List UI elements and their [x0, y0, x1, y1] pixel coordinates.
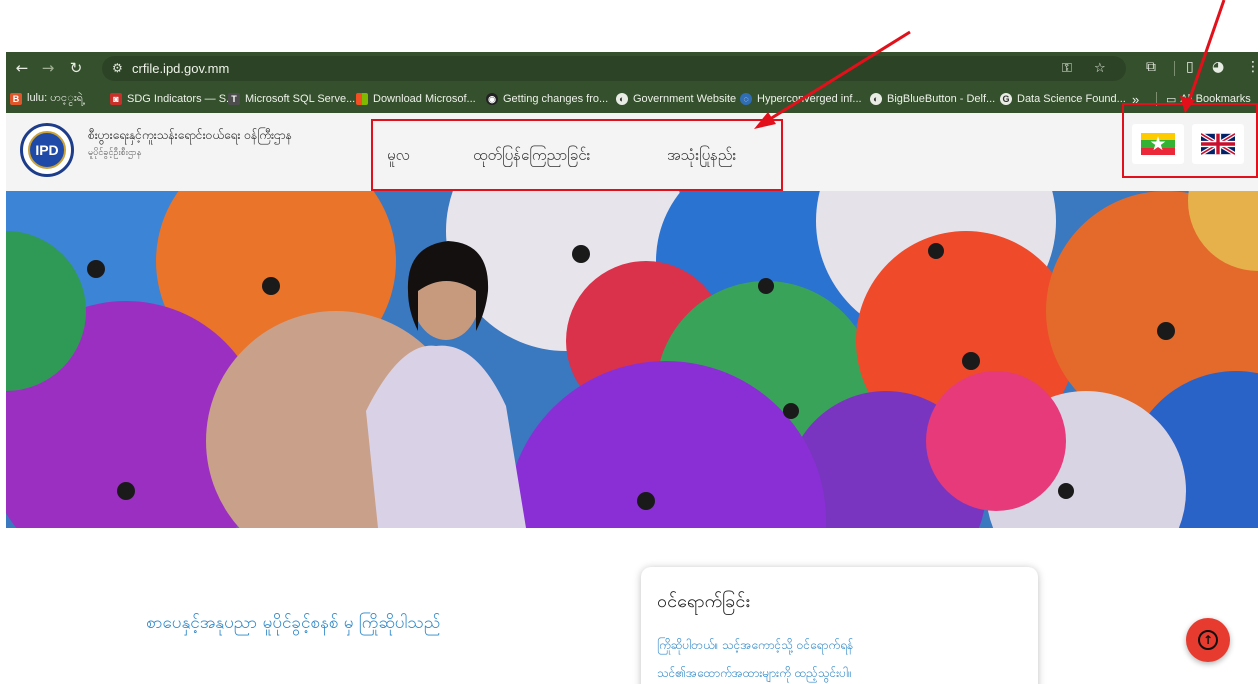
globe-icon: ◐ — [870, 93, 882, 105]
profile-avatar-icon[interactable]: ◕ — [1212, 59, 1224, 75]
logo-seal-icon: IPD — [28, 131, 66, 169]
myanmar-flag-icon: ★ — [1141, 133, 1175, 155]
globe-icon: ◐ — [616, 93, 628, 105]
login-instruction-text: သင်၏အထောက်အထားများကို ထည့်သွင်းပါ။ — [657, 666, 852, 680]
page: ← → ↻ ⚙ crfile.ipd.gov.mm ⚿ ☆ ⧉ ▯ ◕ ⋮ B … — [0, 0, 1258, 684]
login-card: ဝင်ရောက်ခြင်း ကြိုဆိုပါတယ်။ သင့်အကောင့်သ… — [641, 567, 1038, 684]
bookmark-star-icon[interactable]: ☆ — [1094, 61, 1106, 76]
toolbar-divider — [1174, 61, 1175, 76]
language-switcher: ★ — [1122, 103, 1258, 178]
address-bar[interactable]: ⚙ crfile.ipd.gov.mm ⚿ ☆ — [102, 56, 1126, 81]
nav-announcements[interactable]: ထုတ်ပြန်ကြေညာခြင်း — [473, 146, 590, 168]
site-info-icon[interactable]: ⚙ — [112, 61, 123, 75]
bookmark-item[interactable]: T Microsoft SQL Serve... — [228, 91, 355, 107]
google-icon: G — [1000, 93, 1012, 105]
bookmark-item[interactable]: Download Microsof... — [356, 91, 476, 107]
menu-kebab-icon[interactable]: ⋮ — [1246, 59, 1258, 75]
bookmark-label: BigBlueButton - Delf... — [887, 93, 996, 105]
bookmark-item[interactable]: G Data Science Found... — [1000, 91, 1126, 107]
login-welcome-text: ကြိုဆိုပါတယ်။ သင့်အကောင့်သို့ ဝင်ရောက်ရန… — [657, 638, 854, 652]
hyperconverged-icon: ◌ — [740, 93, 752, 105]
department-name: မူပိုင်ခွင့်ဦးစီးဌာန — [88, 148, 142, 158]
bookmark-label: Microsoft SQL Serve... — [245, 93, 356, 105]
bookmark-label: Government Website — [633, 93, 737, 105]
microsoft-icon — [356, 93, 368, 105]
bookmark-item[interactable]: ◙ SDG Indicators — S... — [110, 91, 235, 107]
ipd-logo[interactable]: IPD — [20, 123, 74, 177]
back-icon[interactable]: ← — [12, 58, 32, 78]
bookmark-label: lulu: ဟင့္ငးရဲ့ — [27, 92, 84, 104]
sidebar-icon[interactable]: ▯ — [1186, 59, 1194, 75]
arrow-up-icon: ↑ — [1198, 630, 1218, 650]
bookmark-item[interactable]: ◐ Government Website — [616, 91, 736, 107]
login-title: ဝင်ရောက်ခြင်း — [657, 591, 750, 612]
reload-icon[interactable]: ↻ — [66, 58, 86, 78]
logo-text: IPD — [35, 142, 59, 158]
bookmark-label: SDG Indicators — S... — [127, 93, 236, 105]
bookmark-label: Hyperconverged inf... — [757, 93, 862, 105]
sql-server-icon: T — [228, 93, 240, 105]
bookmark-label: Getting changes fro... — [503, 93, 609, 105]
nav-home[interactable]: မူလ — [387, 146, 410, 168]
password-key-icon[interactable]: ⚿ — [1062, 61, 1072, 76]
bookmark-label: Download Microsof... — [373, 93, 476, 105]
language-myanmar-button[interactable]: ★ — [1132, 124, 1184, 164]
language-english-button[interactable] — [1192, 124, 1244, 164]
welcome-heading: စာပေနှင့်အနုပညာ မူပိုင်ခွင့်စနစ် မှ ကြို… — [146, 613, 441, 633]
bookmark-label: Data Science Found... — [1017, 93, 1126, 105]
ministry-name: စီးပွားရေးနှင့်ကူးသန်းရောင်းဝယ်ရေး ဝန်ကြ… — [88, 128, 292, 142]
bookmarks-bar: B lulu: ဟင့္ငးရဲ့ ◙ SDG Indicators — S..… — [6, 85, 1258, 113]
scroll-to-top-button[interactable]: ↑ — [1186, 618, 1230, 662]
hero-banner-image — [6, 191, 1258, 528]
forward-icon[interactable]: → — [38, 58, 58, 78]
bookmark-item[interactable]: ◌ Hyperconverged inf... — [740, 91, 862, 107]
sdg-icon: ◙ — [110, 93, 122, 105]
uk-flag-icon — [1201, 133, 1235, 155]
extensions-icon[interactable]: ⧉ — [1146, 59, 1156, 75]
bookmark-item[interactable]: ◐ BigBlueButton - Delf... — [870, 91, 995, 107]
main-nav: မူလ ထုတ်ပြန်ကြေညာခြင်း အသုံးပြုနည်း — [371, 119, 783, 191]
github-icon: ◉ — [486, 93, 498, 105]
url-text[interactable]: crfile.ipd.gov.mm — [132, 61, 229, 76]
umbrella-collage — [6, 191, 1258, 528]
blogger-icon: B — [10, 93, 22, 105]
bookmark-item[interactable]: ◉ Getting changes fro... — [486, 91, 608, 107]
bookmark-item[interactable]: B lulu: ဟင့္ငးရဲ့ — [10, 91, 83, 107]
nav-user-guide[interactable]: အသုံးပြုနည်း — [667, 146, 736, 168]
site-header: IPD စီးပွားရေးနှင့်ကူးသန်းရောင်းဝယ်ရေး ဝ… — [6, 103, 1258, 191]
browser-toolbar: ← → ↻ ⚙ crfile.ipd.gov.mm ⚿ ☆ ⧉ ▯ ◕ ⋮ — [6, 52, 1258, 85]
